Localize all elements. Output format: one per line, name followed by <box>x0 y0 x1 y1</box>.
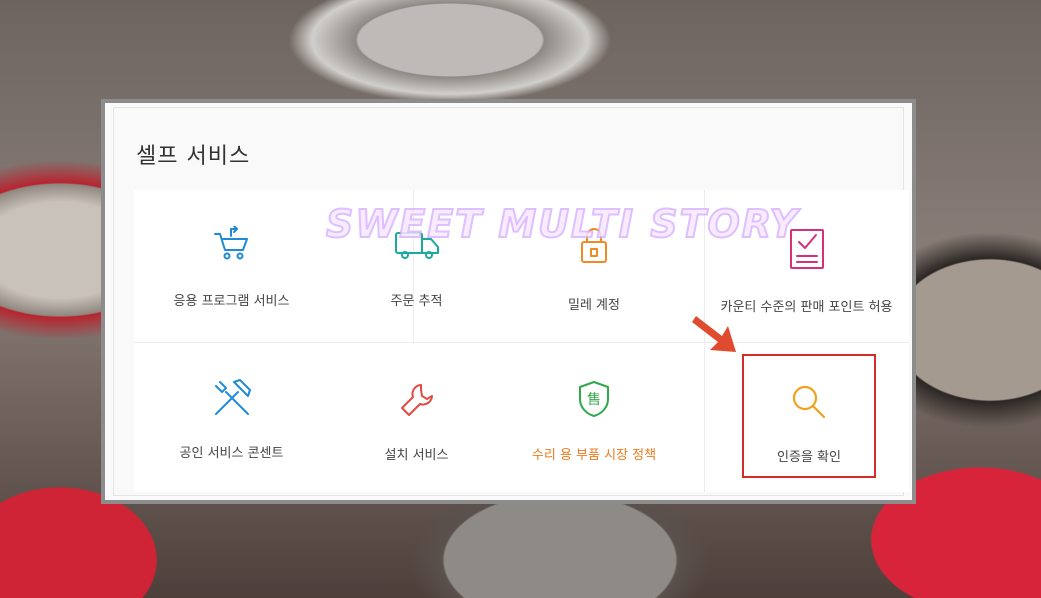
shield-glyph: 售 <box>587 392 601 408</box>
wrench-icon <box>399 382 435 422</box>
service-item-label: 설치 서비스 <box>384 448 449 463</box>
service-item-label: 주문 추적 <box>390 294 443 309</box>
highlight-box <box>742 354 876 478</box>
panel-body: 셀프 서비스 응용 프로그램 서비스 주문 추적 밀레 계정 카운티 수준의 판… <box>113 107 909 496</box>
panel-title: 셀프 서비스 <box>136 144 251 169</box>
pointer-arrow-icon <box>692 312 742 362</box>
cart-return-icon <box>212 225 252 266</box>
service-item-label: 공인 서비스 콘센트 <box>179 446 284 461</box>
service-item-app-service[interactable]: 응용 프로그램 서비스 <box>134 190 329 342</box>
service-item-parts-policy[interactable]: 售 수리 용 부품 시장 정책 <box>504 342 684 492</box>
service-item-installation[interactable]: 설치 서비스 <box>319 342 514 492</box>
watermark-text: SWEET MULTI STORY <box>325 201 800 247</box>
self-service-panel: 셀프 서비스 응용 프로그램 서비스 주문 추적 밀레 계정 카운티 수준의 판… <box>101 99 916 504</box>
shield-icon: 售 <box>577 380 611 422</box>
service-item-label: 응용 프로그램 서비스 <box>173 294 290 309</box>
tools-icon <box>212 378 252 422</box>
divider <box>704 342 705 492</box>
service-item-authorized-outlet[interactable]: 공인 서비스 콘센트 <box>134 342 329 492</box>
service-item-label: 밀레 계정 <box>568 298 620 313</box>
service-item-label: 수리 용 부품 시장 정책 <box>531 448 657 463</box>
